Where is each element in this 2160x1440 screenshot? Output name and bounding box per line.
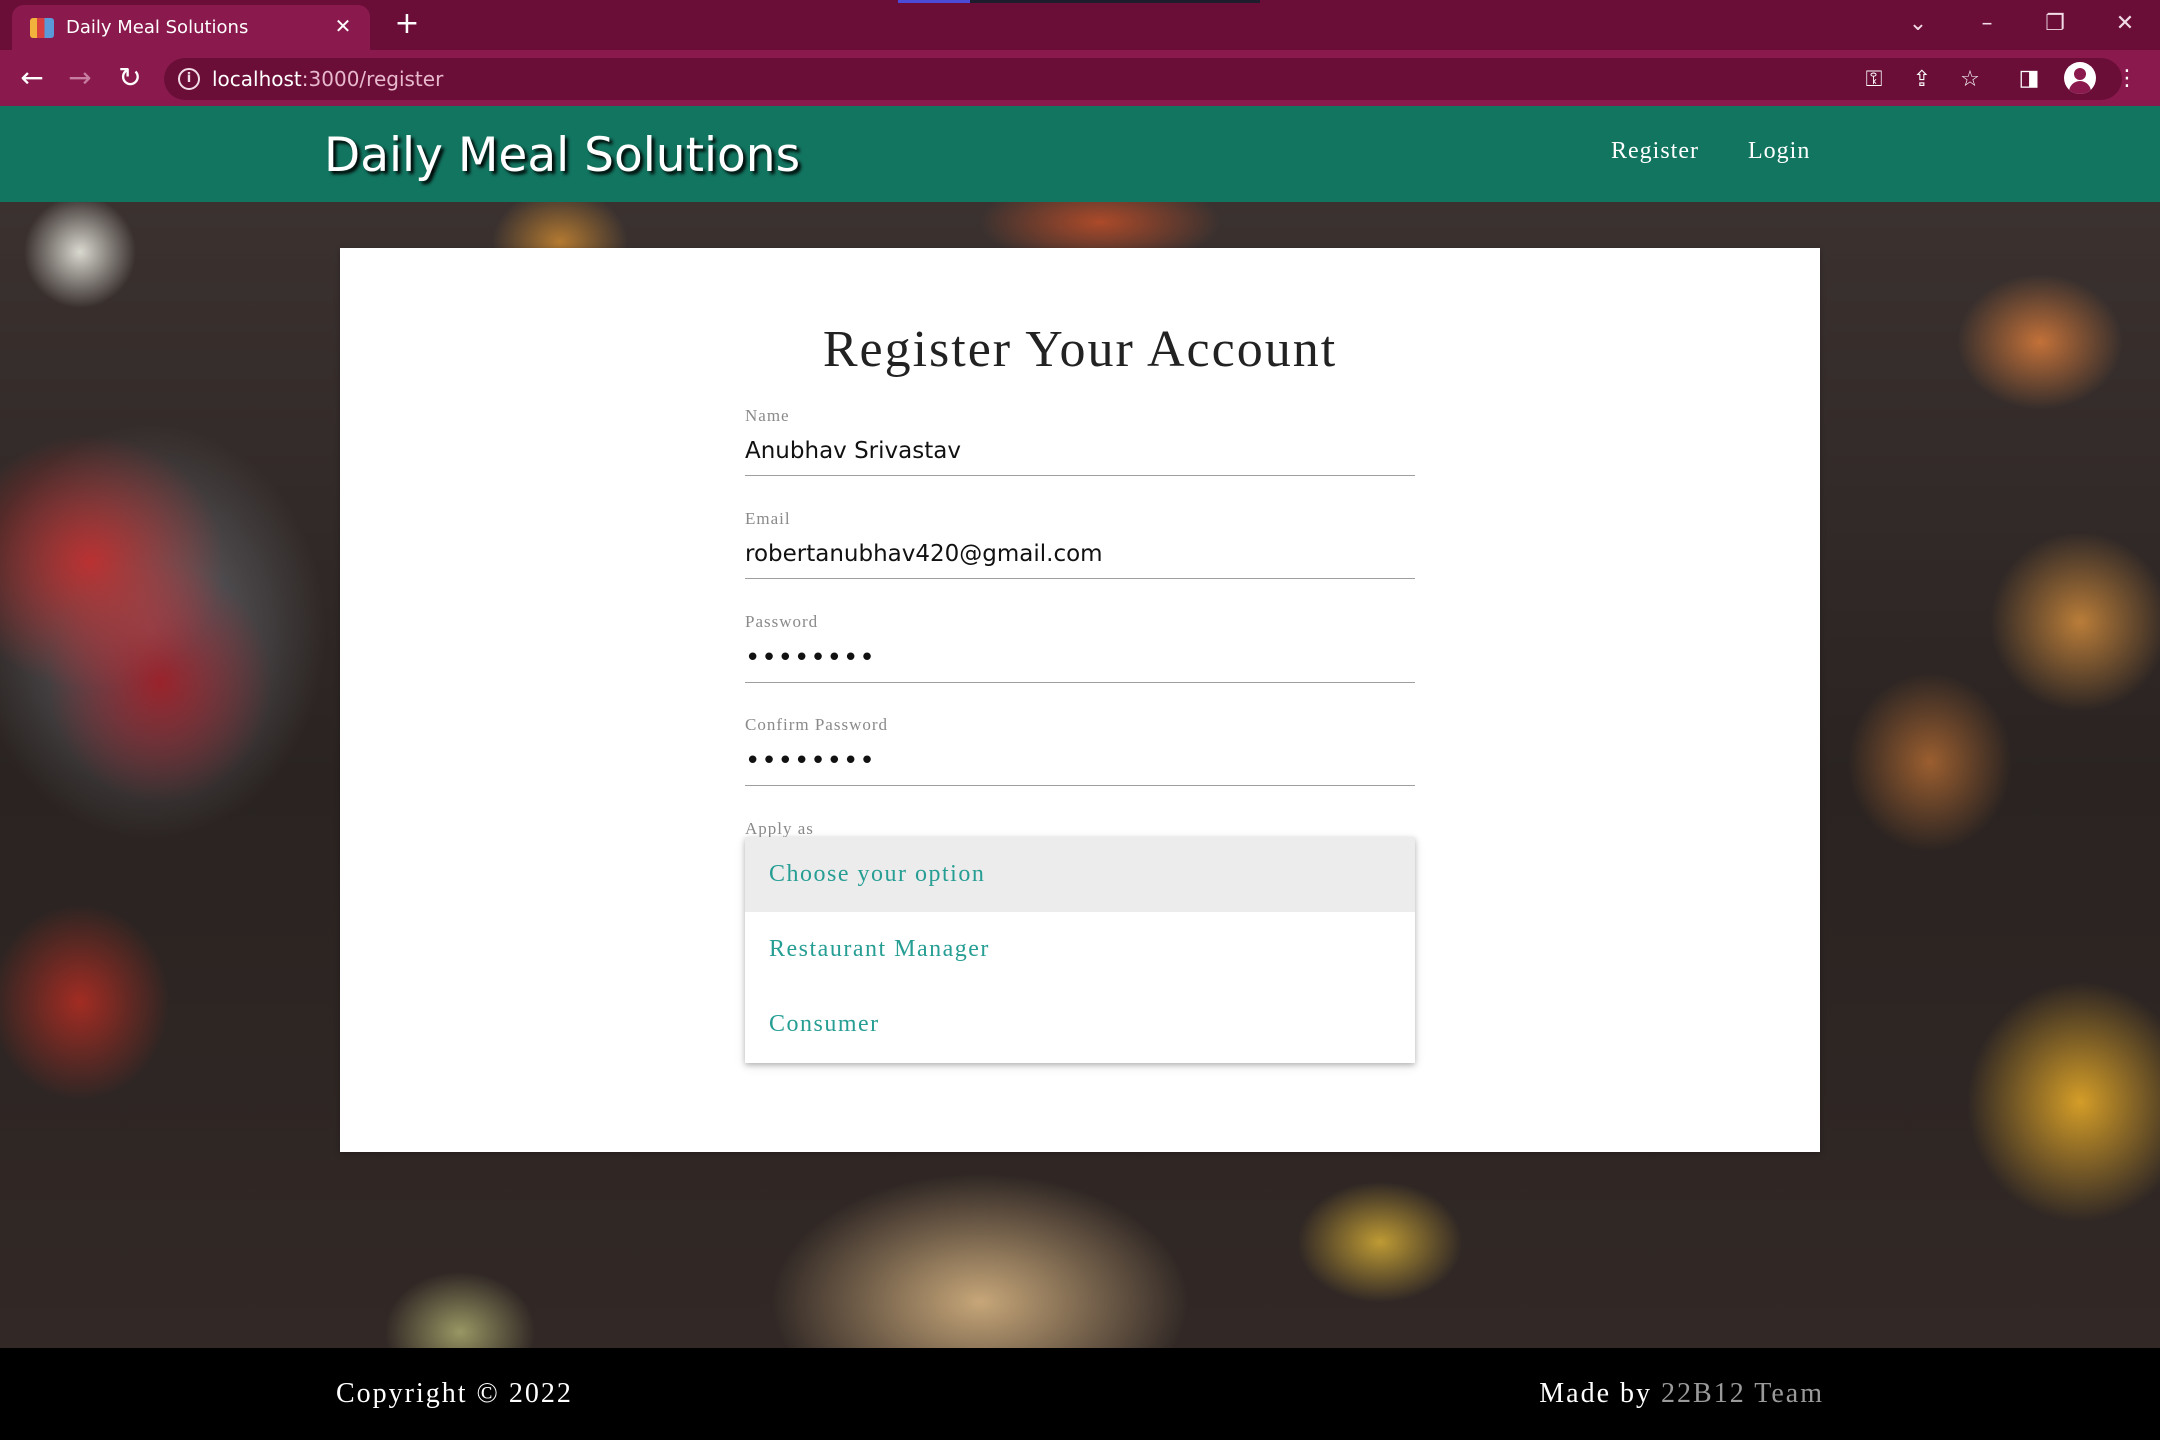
- dropdown-option-restaurant-manager[interactable]: Restaurant Manager: [745, 912, 1415, 987]
- dropdown-option-consumer[interactable]: Consumer: [745, 987, 1415, 1062]
- made-by-team-link[interactable]: 22B12 Team: [1661, 1378, 1824, 1409]
- close-icon[interactable]: ✕: [330, 14, 356, 40]
- browser-tab[interactable]: Daily Meal Solutions ✕: [12, 5, 370, 50]
- side-panel-icon[interactable]: ◨: [2012, 62, 2046, 96]
- key-icon[interactable]: ⚿: [1858, 64, 1890, 96]
- share-icon[interactable]: ⇪: [1906, 64, 1938, 96]
- url-text[interactable]: localhost:3000/register: [212, 67, 443, 91]
- info-icon[interactable]: i: [178, 68, 200, 90]
- web-page: Daily Meal Solutions Register Login Regi…: [0, 106, 2160, 1440]
- forward-button[interactable]: →: [60, 59, 100, 99]
- nav-register-link[interactable]: Register: [1611, 138, 1699, 165]
- site-footer: Copyright © 2022 Made by 22B12 Team: [0, 1348, 2160, 1440]
- confirm-password-field[interactable]: [745, 736, 1415, 786]
- apply-as-dropdown-menu[interactable]: Choose your option Restaurant Manager Co…: [745, 837, 1415, 1063]
- made-by-text: Made by 22B12 Team: [1539, 1378, 1824, 1410]
- dropdown-option-choose[interactable]: Choose your option: [745, 837, 1415, 912]
- apply-as-label: Apply as: [745, 819, 814, 838]
- register-card: Register Your Account Name Email Passwor…: [340, 248, 1820, 1152]
- url-path: :3000/register: [301, 67, 444, 91]
- favicon-icon: [30, 18, 54, 38]
- password-label: Password: [745, 612, 819, 631]
- tab-strip-indicator: [898, 0, 1260, 3]
- tab-search-icon[interactable]: ⌄: [1893, 6, 1943, 42]
- back-button[interactable]: ←: [12, 59, 52, 99]
- site-brand[interactable]: Daily Meal Solutions: [324, 128, 800, 183]
- profile-icon[interactable]: [2064, 62, 2096, 94]
- password-field[interactable]: [745, 633, 1415, 683]
- address-bar[interactable]: i localhost:3000/register ⚿ ⇪ ☆: [164, 58, 2122, 100]
- made-by-prefix: Made by: [1539, 1378, 1662, 1409]
- browser-tab-bar: Daily Meal Solutions ✕ + ⌄ – ❐ ✕: [0, 0, 2160, 50]
- nav-login-link[interactable]: Login: [1748, 138, 1810, 165]
- star-icon[interactable]: ☆: [1954, 64, 1986, 96]
- minimize-icon[interactable]: –: [1962, 6, 2012, 42]
- window-close-icon[interactable]: ✕: [2100, 6, 2150, 42]
- name-label: Name: [745, 406, 790, 425]
- reload-button[interactable]: ↻: [110, 59, 150, 99]
- kebab-menu-icon[interactable]: ⋮: [2110, 62, 2144, 96]
- url-host: localhost: [212, 67, 302, 91]
- page-title: Register Your Account: [822, 321, 1338, 378]
- restore-icon[interactable]: ❐: [2030, 6, 2080, 42]
- new-tab-button[interactable]: +: [390, 8, 424, 42]
- browser-toolbar: ← → ↻ i localhost:3000/register ⚿ ⇪ ☆ ◨ …: [0, 50, 2160, 106]
- confirm-password-label: Confirm Password: [745, 715, 889, 734]
- name-field[interactable]: [745, 426, 1415, 476]
- email-field[interactable]: [745, 529, 1415, 579]
- email-label: Email: [745, 509, 791, 528]
- site-navbar: Daily Meal Solutions Register Login: [0, 106, 2160, 202]
- tab-title: Daily Meal Solutions: [66, 17, 249, 38]
- copyright-text: Copyright © 2022: [336, 1378, 573, 1409]
